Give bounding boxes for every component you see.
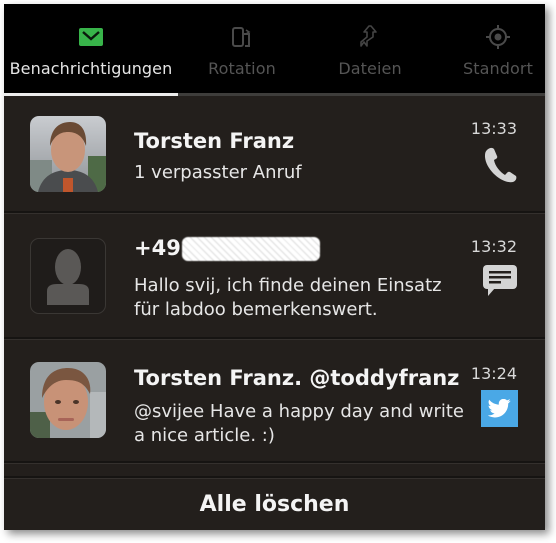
location-target-icon	[483, 24, 513, 50]
tab-files[interactable]: Dateien	[306, 4, 434, 93]
tab-label: Standort	[463, 59, 533, 78]
notification-time: 13:32	[470, 237, 517, 256]
notification-title: +49	[134, 236, 320, 261]
notification-body: Hallo svij, ich finde deinen Einsatz für…	[134, 275, 442, 320]
tab-label: Rotation	[208, 59, 276, 78]
tab-notifications[interactable]: Benachrichtigungen	[4, 4, 178, 93]
item-divider	[4, 476, 545, 479]
transfer-arrows-icon	[355, 24, 385, 50]
avatar-placeholder	[30, 238, 106, 314]
avatar	[30, 116, 106, 192]
tab-location[interactable]: Standort	[434, 4, 545, 93]
notification-item[interactable]: Torsten Franz 1 verpasster Anruf 13:33	[4, 96, 545, 212]
clear-all-button[interactable]: Alle löschen	[4, 492, 545, 517]
notification-body: 1 verpasster Anruf	[134, 162, 302, 183]
rotation-lock-icon	[227, 24, 257, 50]
indicator-tabs-header: Benachrichtigungen Rotation Dateien Stan…	[4, 4, 545, 96]
twitter-icon	[481, 390, 518, 427]
tab-rotation[interactable]: Rotation	[178, 4, 306, 93]
item-divider	[4, 461, 545, 464]
person-icon	[47, 249, 89, 305]
notification-title: Torsten Franz. @toddyfranz	[134, 366, 460, 390]
tab-label: Dateien	[338, 59, 402, 78]
notification-panel: Benachrichtigungen Rotation Dateien Stan…	[4, 4, 545, 530]
redacted-phone-number	[181, 237, 320, 261]
notification-time: 13:24	[470, 364, 517, 383]
avatar	[30, 362, 106, 438]
notification-body: @svijee Have a happy day and write a nic…	[134, 401, 465, 446]
envelope-icon	[76, 24, 106, 50]
message-bubble-icon	[482, 264, 518, 302]
notification-item[interactable]: +49 Hallo svij, ich finde deinen Einsatz…	[4, 214, 545, 338]
phone-icon	[482, 146, 518, 188]
notification-item[interactable]: Torsten Franz. @toddyfranz @svijee Have …	[4, 340, 545, 462]
tab-label: Benachrichtigungen	[9, 59, 173, 78]
notification-title: Torsten Franz	[134, 129, 295, 153]
notification-time: 13:33	[470, 119, 517, 138]
